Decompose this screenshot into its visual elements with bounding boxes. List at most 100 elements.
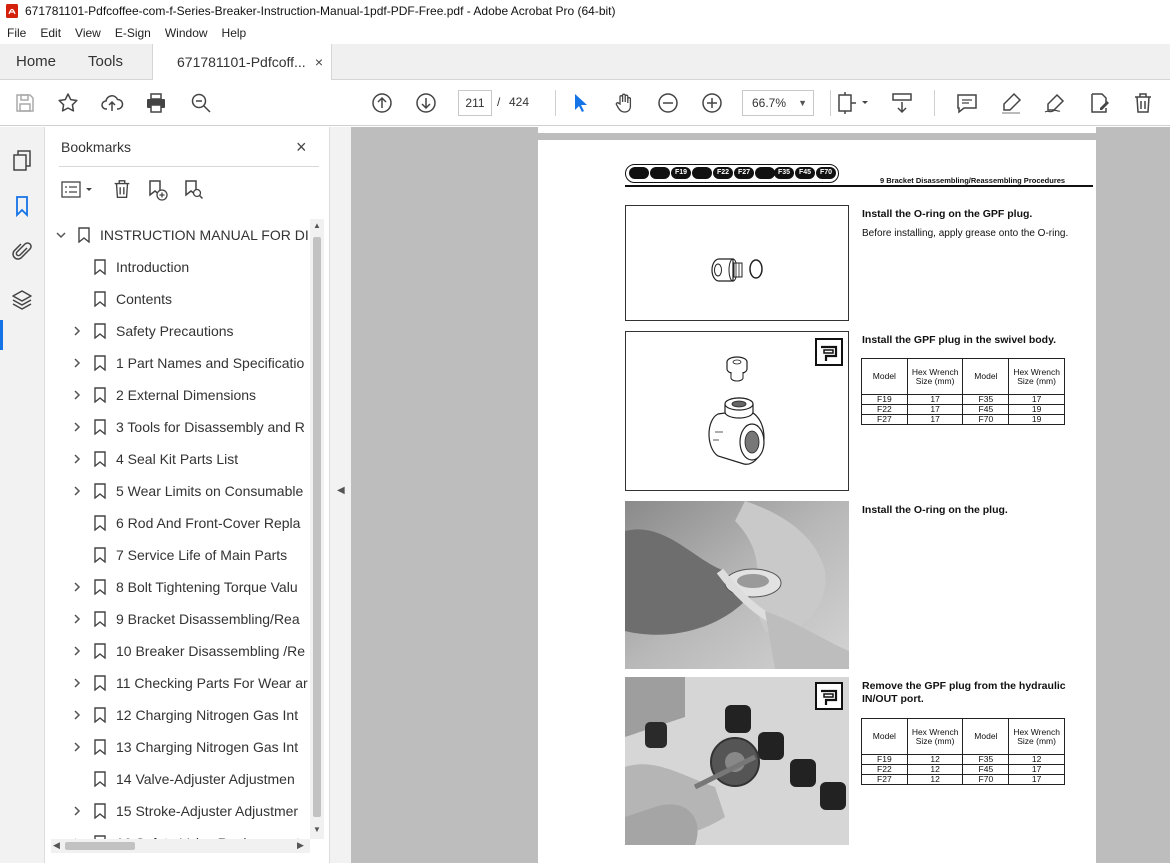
table-header-model: Model (962, 718, 1010, 755)
table-cell: F19 (861, 394, 908, 405)
bookmark-item[interactable]: 11 Checking Parts For Wear ar (71, 667, 308, 699)
figure-swivel-body (625, 331, 849, 491)
bookmark-label: 14 Valve-Adjuster Adjustmen (116, 771, 295, 787)
upload-cloud-icon[interactable] (100, 91, 124, 115)
table-cell: 12 (906, 764, 964, 775)
star-icon[interactable] (56, 91, 80, 115)
bookmarks-vertical-scrollbar[interactable]: ▲ ▼ (310, 219, 324, 839)
bookmarks-icon[interactable] (10, 194, 34, 218)
chevron-right-icon[interactable] (71, 805, 85, 817)
bookmark-item[interactable]: 9 Bracket Disassembling/Rea (71, 603, 300, 635)
tab-home[interactable]: Home (16, 44, 56, 80)
fit-page-icon[interactable] (836, 91, 872, 115)
bookmark-item[interactable]: 8 Bolt Tightening Torque Valu (71, 571, 298, 603)
zoom-out-search-icon[interactable] (189, 91, 213, 115)
sign-pen-icon[interactable] (1043, 91, 1067, 115)
bookmark-item[interactable]: 5 Wear Limits on Consumable (71, 475, 303, 507)
bookmark-item[interactable]: 10 Breaker Disassembling /Re (71, 635, 305, 667)
zoom-level-select[interactable]: 66.7% ▼ (742, 90, 814, 116)
bookmark-icon (93, 387, 107, 403)
bookmark-item[interactable]: 13 Charging Nitrogen Gas Int (71, 731, 298, 763)
table-cell: 19 (1008, 414, 1065, 425)
print-icon[interactable] (144, 91, 168, 115)
menu-view[interactable]: View (68, 26, 108, 40)
page-thumbnails-icon[interactable] (10, 148, 34, 172)
bookmark-item[interactable]: 12 Charging Nitrogen Gas Int (71, 699, 298, 731)
menu-edit[interactable]: Edit (33, 26, 68, 40)
chevron-right-icon[interactable] (71, 389, 85, 401)
chevron-right-icon[interactable] (71, 741, 85, 753)
gpf-plug-drawing (711, 258, 763, 282)
chevron-right-icon[interactable] (71, 677, 85, 689)
layers-icon[interactable] (10, 288, 34, 312)
bookmarks-horizontal-scrollbar[interactable]: ◀ ▶ (51, 839, 310, 853)
bookmark-item[interactable]: 16 Safety-Valve Replacement (71, 827, 300, 839)
bookmark-icon (93, 643, 107, 659)
model-pill: F35 (774, 167, 794, 179)
model-pill: F27 (734, 167, 754, 179)
scroll-mode-icon[interactable] (890, 91, 914, 115)
bookmark-item[interactable]: 1 Part Names and Specificatio (71, 347, 304, 379)
bookmark-label: 3 Tools for Disassembly and R (116, 419, 305, 435)
table-cell: F35 (962, 754, 1010, 765)
menu-help[interactable]: Help (215, 26, 254, 40)
bookmark-item[interactable]: INSTRUCTION MANUAL FOR DI (55, 219, 309, 251)
bookmark-label: Introduction (116, 259, 190, 275)
table-cell: F27 (861, 774, 908, 785)
bookmark-item[interactable]: Safety Precautions (71, 315, 234, 347)
zoom-out-icon[interactable] (656, 91, 680, 115)
model-pill (650, 167, 670, 179)
step4-caption-line2: IN/OUT port. (862, 693, 924, 705)
chevron-right-icon[interactable] (71, 613, 85, 625)
delete-bookmark-icon[interactable] (111, 178, 133, 200)
page-number-input[interactable]: 211 (458, 90, 492, 116)
chevron-right-icon[interactable] (71, 325, 85, 337)
bookmark-item[interactable]: Introduction (71, 251, 189, 283)
panel-collapse-splitter[interactable]: ◀ (329, 127, 351, 863)
tab-tools[interactable]: Tools (88, 44, 123, 80)
bookmark-label: 13 Charging Nitrogen Gas Int (116, 739, 299, 755)
bookmark-label: 12 Charging Nitrogen Gas Int (116, 707, 299, 723)
chevron-right-icon[interactable] (71, 581, 85, 593)
panel-close-icon[interactable]: × (296, 137, 307, 158)
chevron-right-icon[interactable] (71, 421, 85, 433)
bookmark-item[interactable]: 14 Valve-Adjuster Adjustmen (71, 763, 295, 795)
save-icon[interactable] (13, 91, 37, 115)
new-bookmark-icon[interactable] (145, 178, 169, 202)
chevron-right-icon[interactable] (71, 709, 85, 721)
find-bookmark-icon[interactable] (181, 178, 205, 202)
chevron-right-icon[interactable] (71, 485, 85, 497)
model-pill (629, 167, 649, 179)
chevron-right-icon[interactable] (71, 357, 85, 369)
bookmark-item[interactable]: 2 External Dimensions (71, 379, 256, 411)
select-cursor-icon[interactable] (568, 91, 592, 115)
delete-trash-icon[interactable] (1131, 91, 1155, 115)
document-viewport[interactable]: F19 F22 F27 F35 F45 F70 9 Bracket Disass… (351, 127, 1170, 863)
bookmark-item[interactable]: Contents (71, 283, 172, 315)
chevron-down-icon[interactable] (55, 229, 69, 241)
edit-pdf-icon[interactable] (1087, 91, 1111, 115)
next-page-icon[interactable] (414, 91, 438, 115)
menu-file[interactable]: File (0, 26, 33, 40)
highlight-pen-icon[interactable] (999, 91, 1023, 115)
comment-icon[interactable] (955, 91, 979, 115)
bookmark-icon (93, 291, 107, 307)
step1-note: Before installing, apply grease onto the… (862, 228, 1069, 239)
attachments-icon[interactable] (10, 240, 34, 264)
zoom-in-icon[interactable] (700, 91, 724, 115)
bookmark-item[interactable]: 4 Seal Kit Parts List (71, 443, 238, 475)
tab-close-icon[interactable]: × (315, 44, 323, 80)
hand-tool-icon[interactable] (612, 91, 636, 115)
bookmark-item[interactable]: 15 Stroke-Adjuster Adjustmer (71, 795, 298, 827)
bookmark-options-icon[interactable] (61, 180, 95, 200)
menu-window[interactable]: Window (158, 26, 215, 40)
chevron-right-icon[interactable] (71, 453, 85, 465)
menu-esign[interactable]: E-Sign (108, 26, 158, 40)
bookmark-item[interactable]: 7 Service Life of Main Parts (71, 539, 287, 571)
tab-document[interactable]: 671781101-Pdfcoff... × (152, 44, 332, 81)
chevron-right-icon[interactable] (71, 645, 85, 657)
bookmark-item[interactable]: 6 Rod And Front-Cover Repla (71, 507, 300, 539)
bookmark-item[interactable]: 3 Tools for Disassembly and R (71, 411, 305, 443)
collapse-arrow-icon[interactable]: ◀ (337, 485, 345, 496)
previous-page-icon[interactable] (370, 91, 394, 115)
